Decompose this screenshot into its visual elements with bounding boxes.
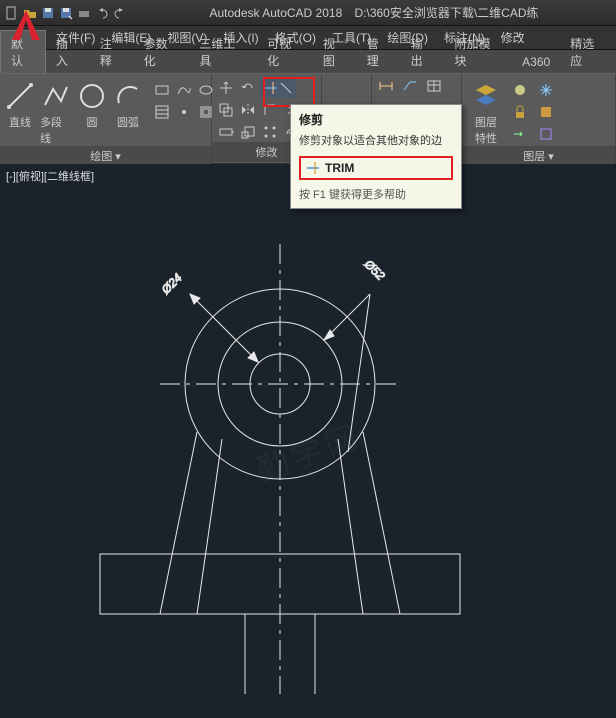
tab-visualize[interactable]: 可视化 [257, 31, 313, 73]
tab-insert[interactable]: 插入 [46, 31, 90, 73]
move-icon[interactable] [216, 78, 236, 98]
polyline-label: 多段线 [40, 114, 72, 146]
tab-view[interactable]: 视图 [313, 31, 357, 73]
layer-color-icon[interactable] [536, 102, 556, 122]
fillet-icon[interactable] [260, 100, 280, 120]
hatch-icon[interactable] [152, 102, 172, 122]
draw-small-tools [152, 80, 216, 122]
app-logo[interactable] [6, 6, 46, 46]
tooltip-title: 修剪 [299, 111, 453, 128]
trim-button[interactable] [260, 78, 296, 98]
layer-freeze-icon[interactable] [536, 80, 556, 100]
app-name: Autodesk AutoCAD 2018 [209, 6, 342, 20]
tab-parametric[interactable]: 参数化 [134, 31, 190, 73]
drawing-viewport[interactable]: Ø24 Ø52 勤学网 [0, 184, 616, 718]
tooltip-command-highlight: TRIM [299, 156, 453, 180]
line-label: 直线 [9, 114, 31, 130]
saveas-icon[interactable] [58, 5, 74, 21]
undo-icon[interactable] [94, 5, 110, 21]
array-icon[interactable] [260, 122, 280, 142]
tab-manage[interactable]: 管理 [357, 31, 401, 73]
tab-output[interactable]: 输出 [401, 31, 445, 73]
tab-featured[interactable]: 精选应 [560, 31, 616, 73]
layer-off-icon[interactable] [510, 80, 530, 100]
table-icon[interactable] [424, 76, 444, 96]
mirror-icon[interactable] [238, 100, 258, 120]
layer-props-label: 图层 特性 [475, 114, 497, 146]
layer-iso-icon[interactable] [536, 124, 556, 144]
tab-annotate[interactable]: 注释 [90, 31, 134, 73]
tooltip-desc: 修剪对象以适合其他对象的边 [299, 132, 453, 148]
rotate-icon[interactable] [238, 78, 258, 98]
circle-label: 圆 [87, 114, 98, 130]
layer-lock-icon[interactable] [510, 102, 530, 122]
trim-tooltip: 修剪 修剪对象以适合其他对象的边 TRIM 按 F1 键获得更多帮助 [290, 104, 462, 209]
cad-drawing: Ø24 Ø52 [0, 184, 616, 718]
layer-match-icon[interactable] [510, 124, 530, 144]
window-title: Autodesk AutoCAD 2018 D:\360安全浏览器下载\二维CA… [136, 4, 612, 21]
polyline-button[interactable]: 多段线 [40, 76, 72, 146]
dim-icon[interactable] [376, 76, 396, 96]
title-bar: Autodesk AutoCAD 2018 D:\360安全浏览器下载\二维CA… [0, 0, 616, 26]
scale-icon[interactable] [238, 122, 258, 142]
point-icon[interactable] [174, 102, 194, 122]
copy-icon[interactable] [216, 100, 236, 120]
panel-draw: 直线 多段线 圆 圆弧 绘图 ▾ [0, 74, 212, 163]
layers-icon [470, 80, 502, 112]
ribbon-tab-strip: 默认 插入 注释 参数化 三维工具 可视化 视图 管理 输出 附加模块 A360… [0, 50, 616, 74]
line-button[interactable]: 直线 [4, 76, 36, 130]
plot-icon[interactable] [76, 5, 92, 21]
tab-addons[interactable]: 附加模块 [444, 31, 512, 73]
layer-props-button[interactable]: 图层 特性 [466, 76, 506, 146]
stretch-icon[interactable] [216, 122, 236, 142]
rect-icon[interactable] [152, 80, 172, 100]
dim-24: Ø24 [158, 271, 185, 298]
panel-layers: 图层 特性 图层 ▾ [462, 74, 616, 163]
line-icon [4, 80, 36, 112]
arc-label: 圆弧 [117, 114, 139, 130]
file-path: D:\360安全浏览器下载\二维CAD练 [354, 6, 538, 20]
circle-icon [76, 80, 108, 112]
layer-small-tools [510, 80, 560, 144]
spline-icon[interactable] [174, 80, 194, 100]
circle-button[interactable]: 圆 [76, 76, 108, 130]
tab-a360[interactable]: A360 [512, 51, 560, 73]
leader-icon[interactable] [400, 76, 420, 96]
tab-3dtools[interactable]: 三维工具 [189, 31, 257, 73]
tooltip-help: 按 F1 键获得更多帮助 [299, 186, 453, 202]
redo-icon[interactable] [112, 5, 128, 21]
panel-draw-title[interactable]: 绘图 ▾ [0, 146, 211, 166]
trim-cmd-icon [305, 160, 321, 176]
arc-icon [112, 80, 144, 112]
arc-button[interactable]: 圆弧 [112, 76, 144, 130]
panel-layers-title[interactable]: 图层 ▾ [462, 146, 615, 166]
tooltip-cmd: TRIM [325, 161, 354, 175]
polyline-icon [40, 80, 72, 112]
dim-52: Ø52 [361, 256, 388, 283]
